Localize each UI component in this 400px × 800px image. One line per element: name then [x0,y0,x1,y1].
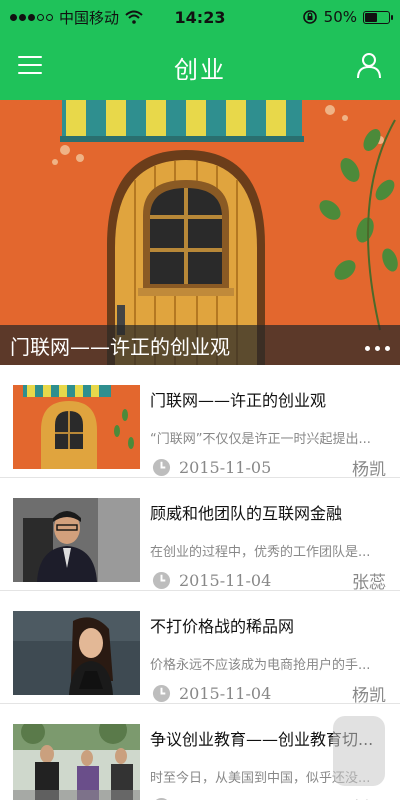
battery-level [365,12,377,22]
list-item[interactable]: 门联网——许正的创业观 “门联网”不仅仅是许正一时兴起提出... 2015-11… [0,365,400,480]
article-meta: 2015-11-04 杨凯 [152,681,386,706]
article-author: 杨凯 [352,460,386,480]
wifi-icon [125,10,143,24]
battery-icon [363,10,393,24]
battery-percent: 50% [323,8,357,26]
signal-strength-icon [10,13,53,21]
carrier-label: 中国移动 [59,8,120,27]
article-summary: 价格永远不应该成为电商抢用户的手... [150,658,371,673]
banner-caption: 门联网——许正的创业观 [0,325,400,365]
assistive-touch-button[interactable] [333,716,385,786]
article-thumbnail [13,385,140,469]
banner-carousel[interactable]: 门联网——许正的创业观 [0,100,400,365]
status-left: 中国移动 [10,7,143,28]
article-author: 张蕊 [352,573,386,593]
clock-icon [152,458,171,477]
article-thumbnail [13,724,140,800]
article-title: 顾威和他团队的互联网金融 [150,504,343,523]
article-author: 刘昱 [352,794,386,800]
status-right: 50% [302,8,393,26]
user-icon[interactable] [354,50,384,80]
list-item[interactable]: 顾威和他团队的互联网金融 在创业的过程中，优秀的工作团队是... 2015-11… [0,478,400,593]
article-summary: 在创业的过程中，优秀的工作团队是... [150,545,371,560]
article-date: 2015-11-05 [179,458,272,477]
article-date: 2015-11-04 [179,571,272,590]
article-author: 杨凯 [352,686,386,706]
article-meta: 2015-11-05 杨凯 [152,455,386,480]
article-title: 门联网——许正的创业观 [150,391,327,410]
menu-button[interactable] [18,53,44,77]
clock-icon [152,571,171,590]
menu-icon [18,56,42,58]
article-meta: 2015-11-04 张蕊 [152,568,386,593]
banner-page-dots[interactable] [365,346,390,351]
article-date: 2015-11-04 [179,684,272,703]
article-summary: “门联网”不仅仅是许正一时兴起提出... [150,432,371,447]
article-thumbnail [13,498,140,582]
clock-icon [152,684,171,703]
nav-bar: 创业 [0,34,400,100]
article-thumbnail [13,611,140,695]
list-item[interactable]: 不打价格战的稀品网 价格永远不应该成为电商抢用户的手... 2015-11-04… [0,591,400,706]
article-meta: 2015-10-23 刘昱 [152,794,386,800]
article-title: 不打价格战的稀品网 [150,617,295,636]
lock-rotation-icon [302,10,317,24]
page-title: 创业 [174,55,226,84]
status-bar: 中国移动 14:23 50% [0,0,400,34]
